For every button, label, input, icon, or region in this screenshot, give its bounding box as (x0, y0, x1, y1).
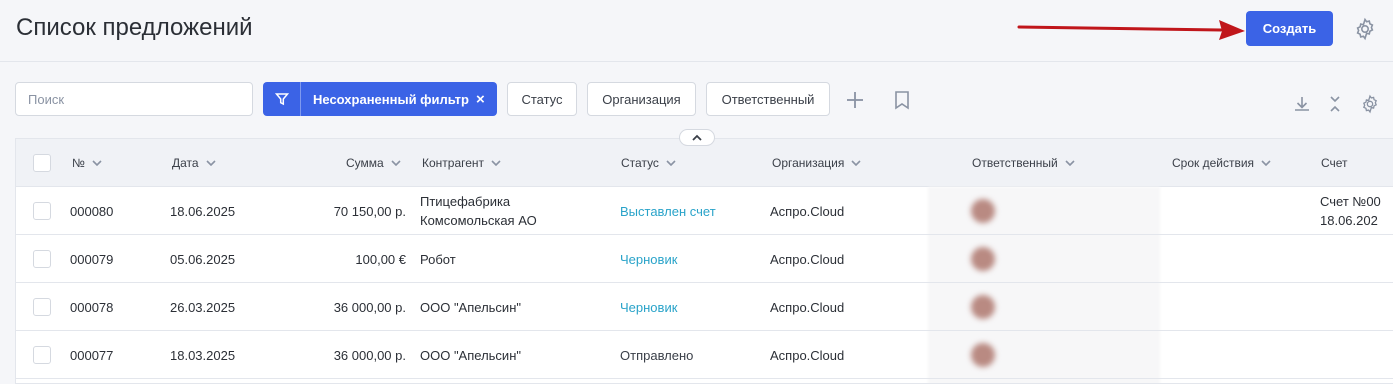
avatar (971, 295, 995, 319)
chevron-up-icon (692, 134, 702, 141)
chevron-down-icon (491, 160, 501, 166)
row-number: 000077 (70, 347, 114, 363)
row-amount: 70 150,00 р. (333, 203, 406, 219)
gear-icon[interactable] (1353, 17, 1377, 41)
row-date: 05.06.2025 (170, 251, 236, 267)
row-organization: Аспро.Cloud (770, 203, 845, 219)
column-header-invoice[interactable]: Счет (1321, 139, 1348, 187)
row-status[interactable]: Черновик (620, 235, 677, 283)
table-header: № Дата Сумма Контрагент Статус Организац… (16, 139, 1393, 187)
column-header-status[interactable]: Статус (621, 139, 676, 187)
chevron-down-icon (851, 160, 861, 166)
row-responsible (971, 343, 1005, 367)
gear-icon[interactable] (1360, 94, 1380, 114)
page-title: Список предложений (16, 14, 253, 41)
column-header-responsible[interactable]: Ответственный (972, 139, 1075, 187)
row-amount: 36 000,00 р. (333, 347, 406, 363)
row-counterparty[interactable]: Робот (420, 235, 456, 283)
row-date: 18.03.2025 (170, 347, 236, 363)
row-checkbox[interactable] (33, 250, 51, 268)
row-amount: 36 000,00 р. (333, 299, 406, 315)
filter-bar: Несохраненный фильтр × Статус Организаци… (0, 62, 1393, 136)
column-header-date[interactable]: Дата (172, 139, 216, 187)
active-filter-chip[interactable]: Несохраненный фильтр × (263, 82, 497, 116)
row-counterparty[interactable]: ООО "Апельсин" (420, 283, 521, 331)
chevron-down-icon (1261, 160, 1271, 166)
annotation-arrow (1017, 20, 1245, 40)
select-all-checkbox[interactable] (33, 154, 51, 172)
row-invoice[interactable]: Счет №00 18.06.202 (1320, 187, 1393, 235)
column-header-validity[interactable]: Срок действия (1172, 139, 1271, 187)
table-row[interactable]: 000080 18.06.2025 70 150,00 р. Птицефабр… (16, 187, 1393, 235)
row-counterparty[interactable]: ООО "Апельсин" (420, 331, 521, 379)
avatar (971, 343, 995, 367)
avatar (971, 247, 995, 271)
row-number: 000080 (70, 203, 114, 219)
row-date: 18.06.2025 (170, 203, 236, 219)
row-checkbox[interactable] (33, 298, 51, 316)
table-row[interactable]: 000077 18.03.2025 36 000,00 р. ООО "Апел… (16, 331, 1393, 379)
page-header: Список предложений Создать (0, 0, 1393, 62)
filter-icon[interactable] (263, 82, 301, 116)
collapse-filters-toggle[interactable] (679, 129, 715, 146)
row-organization: Аспро.Cloud (770, 299, 845, 315)
collapse-icon[interactable] (1325, 94, 1345, 114)
search-input[interactable] (15, 82, 253, 116)
avatar (971, 199, 995, 223)
row-responsible (971, 199, 1005, 223)
row-status[interactable]: Черновик (620, 283, 677, 331)
column-header-number[interactable]: № (72, 139, 102, 187)
create-button[interactable]: Создать (1246, 11, 1333, 46)
row-number: 000079 (70, 251, 114, 267)
close-icon[interactable]: × (476, 91, 485, 108)
chevron-down-icon (206, 160, 216, 166)
row-checkbox[interactable] (33, 202, 51, 220)
row-date: 26.03.2025 (170, 299, 236, 315)
row-checkbox[interactable] (33, 346, 51, 364)
bookmark-icon[interactable] (893, 90, 911, 110)
table-row[interactable]: 000078 26.03.2025 36 000,00 р. ООО "Апел… (16, 283, 1393, 331)
row-responsible (971, 295, 1005, 319)
chevron-down-icon (666, 160, 676, 166)
chevron-down-icon (391, 160, 401, 166)
row-amount: 100,00 € (355, 251, 406, 267)
column-header-organization[interactable]: Организация (772, 139, 861, 187)
row-number: 000078 (70, 299, 114, 315)
table-row[interactable]: 000079 05.06.2025 100,00 € Робот Чернови… (16, 235, 1393, 283)
column-header-amount[interactable]: Сумма (346, 139, 401, 187)
chevron-down-icon (92, 160, 102, 166)
plus-icon[interactable] (845, 90, 865, 110)
row-responsible (971, 247, 1005, 271)
row-organization: Аспро.Cloud (770, 347, 845, 363)
row-status: Отправлено (620, 347, 694, 363)
row-counterparty[interactable]: Птицефабрика Комсомольская АО (420, 187, 570, 235)
row-organization: Аспро.Cloud (770, 251, 845, 267)
chevron-down-icon (1065, 160, 1075, 166)
filter-responsible-button[interactable]: Ответственный (706, 82, 830, 116)
column-header-counterparty[interactable]: Контрагент (422, 139, 501, 187)
download-icon[interactable] (1292, 94, 1312, 114)
filter-status-button[interactable]: Статус (507, 82, 577, 116)
row-status[interactable]: Выставлен счет (620, 187, 716, 235)
offers-table: № Дата Сумма Контрагент Статус Организац… (15, 138, 1393, 384)
active-filter-label: Несохраненный фильтр (313, 91, 469, 107)
filter-organization-button[interactable]: Организация (587, 82, 696, 116)
